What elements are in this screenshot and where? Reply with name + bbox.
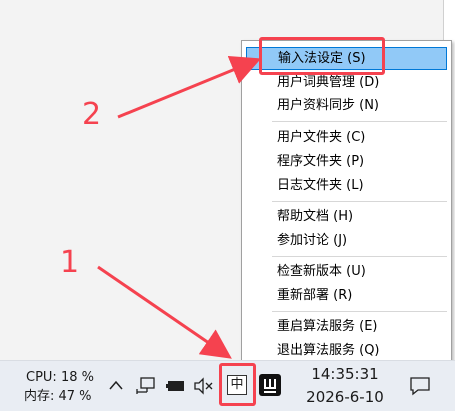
clock-time[interactable]: 14:35:31	[305, 365, 385, 383]
chevron-up-icon[interactable]	[108, 379, 124, 391]
annotation-number-2: 2	[82, 97, 102, 132]
memory-usage: 内存: 47 %	[24, 389, 92, 404]
menu-item-restart-service[interactable]: 重启算法服务 (E)	[246, 315, 447, 338]
menu-separator	[272, 256, 447, 257]
menu-item-join-discussion[interactable]: 参加讨论 (J)	[246, 229, 447, 252]
cpu-usage: CPU: 18 %	[26, 370, 94, 385]
annotation-ime-highlight-box	[219, 363, 256, 406]
menu-separator	[272, 311, 447, 312]
arrow-step2	[117, 55, 262, 119]
menu-item-user-dictionary[interactable]: 用户词典管理 (D)	[246, 71, 447, 94]
notification-icon[interactable]	[409, 376, 431, 396]
clock-date[interactable]: 2026-6-10	[299, 388, 391, 406]
menu-item-input-settings[interactable]: 输入法设定 (S)	[246, 47, 447, 70]
menu-item-user-folder[interactable]: 用户文件夹 (C)	[246, 126, 447, 149]
network-icon[interactable]	[136, 376, 156, 396]
menu-item-help-docs[interactable]: 帮助文档 (H)	[246, 205, 447, 228]
menu-separator	[272, 121, 447, 122]
menu-item-user-data-sync[interactable]: 用户资料同步 (N)	[246, 94, 447, 117]
battery-icon[interactable]	[165, 378, 187, 394]
menu-item-log-folder[interactable]: 日志文件夹 (L)	[246, 174, 447, 197]
annotation-number-1: 1	[60, 245, 80, 280]
menu-item-redeploy[interactable]: 重新部署 (R)	[246, 284, 447, 307]
arrow-step1	[97, 265, 232, 359]
menu-separator	[272, 201, 447, 202]
menu-item-program-folder[interactable]: 程序文件夹 (P)	[246, 150, 447, 173]
ime-context-menu: 输入法设定 (S) 用户词典管理 (D) 用户资料同步 (N) 用户文件夹 (C…	[241, 40, 452, 362]
menu-item-check-update[interactable]: 检查新版本 (U)	[246, 260, 447, 283]
speaker-muted-icon[interactable]	[193, 377, 215, 395]
app-icon[interactable]	[259, 374, 281, 396]
menu-item-exit-service[interactable]: 退出算法服务 (Q)	[246, 339, 447, 362]
